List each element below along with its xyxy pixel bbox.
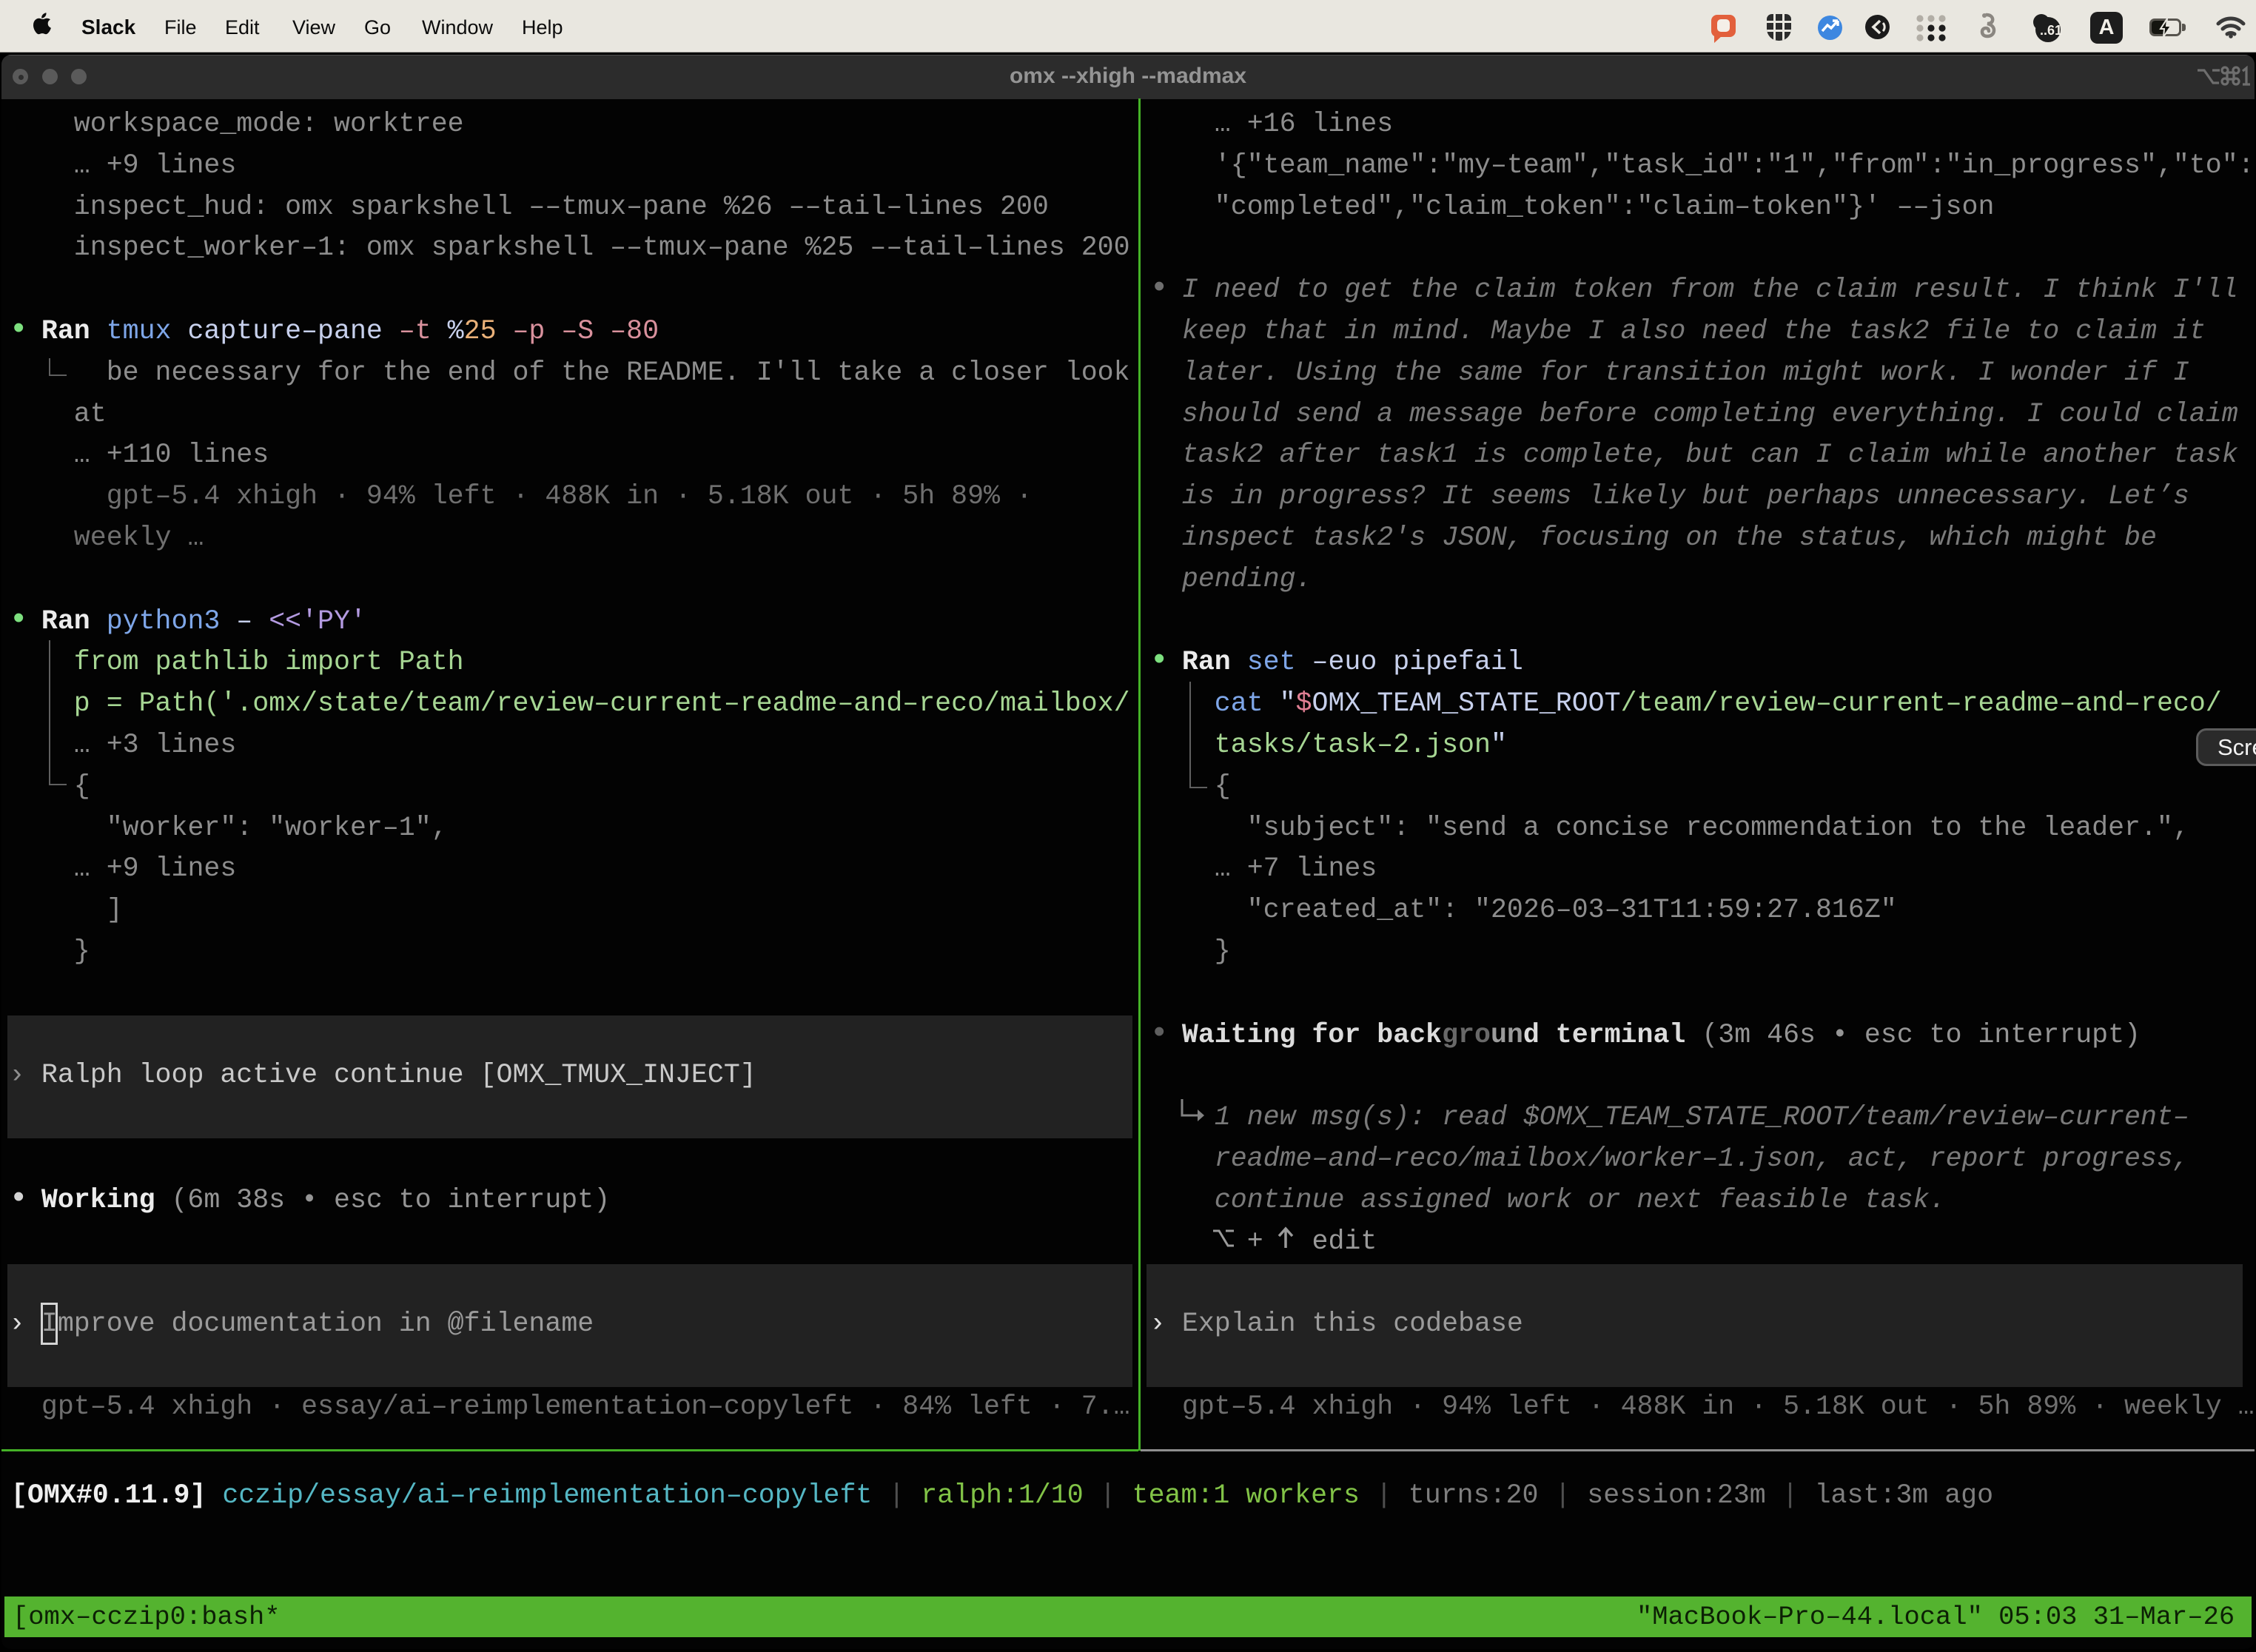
svg-text:..61: ..61	[2040, 23, 2062, 38]
